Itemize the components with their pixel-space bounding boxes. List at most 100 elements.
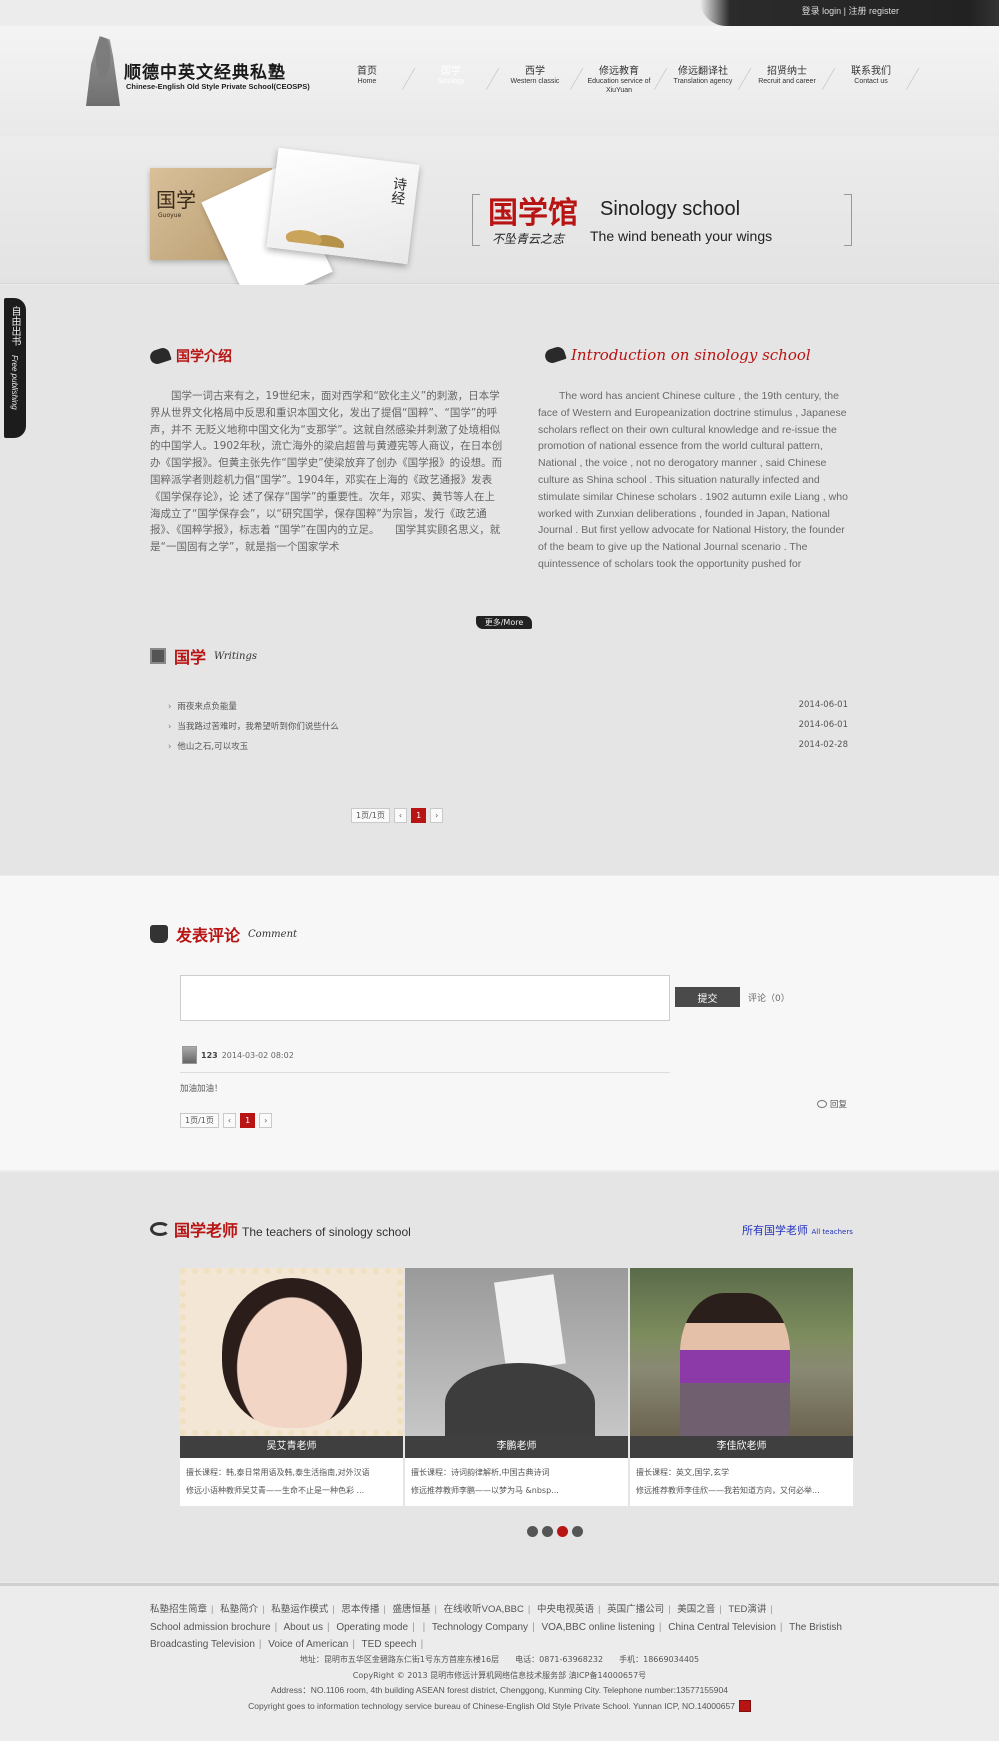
banner-slogan-en: The wind beneath your wings — [590, 228, 773, 244]
tea-cup-icon — [150, 925, 168, 943]
logo[interactable]: 顺德中英文经典私塾 Chinese-English Old Style Priv… — [86, 36, 310, 106]
current-page[interactable]: 1 — [411, 808, 427, 823]
writings-pager: 1页/1页 ‹ 1 › — [351, 808, 444, 823]
prev-page-button[interactable]: ‹ — [222, 1113, 237, 1128]
teachers-title-cn: 国学老师 — [174, 1221, 239, 1240]
footer-link[interactable]: Technology Company — [432, 1622, 528, 1633]
teacher-desc: 擅长课程：韩,泰日常用语及韩,泰生活指南,对外汉语 修远小语种教师吴艾青——生命… — [186, 1468, 370, 1495]
free-publishing-tab[interactable]: 自由出书 Free publishing — [4, 298, 26, 438]
banner-slogan-cn: 不坠青云之志 — [492, 232, 565, 246]
teacher-photo — [180, 1268, 403, 1436]
all-teachers-cn: 所有国学老师 — [742, 1224, 808, 1237]
footer-link[interactable]: TED speech — [362, 1639, 417, 1650]
speech-bubble-icon — [817, 1100, 827, 1108]
all-teachers-link[interactable]: 所有国学老师 All teachers — [742, 1222, 853, 1238]
more-button[interactable]: 更多/More — [476, 616, 532, 629]
main-nav: 首页 Home 国学 Sinology 西学 Western classic 修远教育… — [325, 62, 913, 102]
list-item[interactable]: 他山之石,可以攻玉2014-02-28 — [168, 740, 848, 760]
current-page[interactable]: 1 — [240, 1113, 256, 1128]
footer-link[interactable]: 英国广播公司 — [607, 1604, 664, 1615]
nav-item-western[interactable]: 西学 Western classic — [493, 62, 577, 102]
teacher-card[interactable]: 吴艾青老师 擅长课程：韩,泰日常用语及韩,泰生活指南,对外汉语 修远小语种教师吴… — [180, 1268, 403, 1506]
carousel-dot-active[interactable] — [557, 1526, 568, 1537]
teachers-heading: 国学老师 The teachers of sinology school — [150, 1217, 411, 1241]
footer-link[interactable]: 中央电视英语 — [537, 1604, 594, 1615]
reply-button[interactable]: 回复 — [817, 1098, 847, 1110]
footer-address-en: Address：NO.1106 room, 4th building ASEAN… — [271, 1685, 728, 1695]
writings-heading: 国学 Writings — [150, 644, 257, 668]
comment-section-bg — [0, 876, 999, 1170]
list-item[interactable]: 当我路过苦难时，我希望听到你们说些什么2014-06-01 — [168, 720, 848, 740]
footer-link[interactable]: Operating mode — [336, 1622, 408, 1633]
bracket-right — [844, 194, 852, 246]
intro-heading-en-text: Introduction on sinology school — [571, 346, 811, 364]
logo-title-en: Chinese-English Old Style Private School… — [126, 82, 310, 91]
swirl-icon — [150, 1222, 170, 1236]
footer-link[interactable]: 私塾招生简章 — [150, 1604, 207, 1615]
next-page-button[interactable]: › — [430, 808, 444, 823]
bracket-left — [472, 194, 480, 246]
mountain-ink-icon — [285, 217, 348, 249]
comment-heading: 发表评论 Comment — [150, 922, 297, 946]
teachers-title-en: The teachers of sinology school — [242, 1225, 411, 1239]
banner-card-silver: 诗经 — [266, 147, 420, 265]
footer-link[interactable]: VOA,BBC online listening — [541, 1622, 654, 1633]
nav-item-home[interactable]: 首页 Home — [325, 62, 409, 102]
divider — [180, 1072, 670, 1073]
footer-link[interactable]: 在线收听VOA,BBC — [444, 1604, 524, 1615]
writings-title: 国学 — [174, 648, 207, 667]
teacher-desc: 擅长课程：诗词韵律解析,中国古典诗词 修远推荐教师李鹏——以梦为马 &nbsp.… — [411, 1468, 559, 1495]
scroll-icon — [150, 648, 166, 664]
brush-icon — [543, 345, 567, 365]
carousel-dots — [527, 1526, 583, 1537]
teacher-card[interactable]: 李鹏老师 擅长课程：诗词韵律解析,中国古典诗词 修远推荐教师李鹏——以梦为马 &… — [405, 1268, 628, 1506]
footer-link[interactable]: 盛唐恒基 — [393, 1604, 431, 1615]
footer-link[interactable]: 私塾简介 — [220, 1604, 258, 1615]
writings-list: 雨夜来点负能量2014-06-01 当我路过苦难时，我希望听到你们说些什么201… — [168, 700, 848, 760]
prev-page-button[interactable]: ‹ — [393, 808, 408, 823]
footer-copyright-en: Copyright goes to information technology… — [0, 1699, 999, 1715]
teacher-photo — [405, 1268, 628, 1436]
teacher-card[interactable]: 李佳欣老师 擅长课程：英文,国学,玄学 修远推荐教师李佳欣——我若知道方向，又何… — [630, 1268, 853, 1506]
page-info: 1页/1页 — [180, 1113, 219, 1128]
comment-title: 发表评论 — [176, 926, 241, 945]
list-item[interactable]: 雨夜来点负能量2014-06-01 — [168, 700, 848, 720]
comment-count: 评论（0） — [748, 994, 790, 1004]
avatar — [182, 1046, 197, 1064]
comment-meta: 123 2014-03-02 08:02 — [182, 1046, 294, 1064]
carousel-dot[interactable] — [527, 1526, 538, 1537]
submit-button[interactable]: 提交 — [675, 987, 740, 1007]
confucius-figure-icon — [86, 36, 120, 106]
carousel-dot[interactable] — [542, 1526, 553, 1537]
comment-user: 123 — [201, 1050, 218, 1060]
intro-heading-cn: 国学介绍 — [148, 346, 232, 366]
nav-item-translation[interactable]: 修远翻译社 Translation agency — [661, 62, 745, 102]
teacher-name: 李佳欣老师 — [630, 1436, 853, 1458]
nav-item-recruit[interactable]: 招贤纳士 Recruit and career — [745, 62, 829, 102]
nav-item-contact[interactable]: 联系我们 Contact us — [829, 62, 913, 102]
footer-link[interactable]: TED演讲 — [728, 1604, 766, 1615]
side-tab-en: Free publishing — [10, 354, 19, 410]
certificate-badge-icon — [738, 1700, 751, 1713]
footer-link[interactable]: Voice of American — [268, 1639, 348, 1650]
footer-link[interactable]: About us — [283, 1622, 322, 1633]
teacher-name: 吴艾青老师 — [180, 1436, 403, 1458]
footer-links: 私塾招生简章 | 私塾简介 | 私塾运作模式 | 思本传播 | 盛唐恒基 | 在线收听VO… — [150, 1604, 842, 1650]
intro-heading-cn-text: 国学介绍 — [176, 349, 232, 365]
login-link[interactable]: 登录 login — [802, 6, 842, 16]
nav-item-sinology[interactable]: 国学 Sinology — [409, 62, 493, 102]
footer-link[interactable]: School admission brochure — [150, 1622, 271, 1633]
nav-item-education[interactable]: 修远教育 Education service of XiuYuan — [577, 62, 661, 102]
carousel-dot[interactable] — [572, 1526, 583, 1537]
register-link[interactable]: 注册 register — [848, 6, 899, 16]
banner-card3-title: 诗经 — [388, 175, 408, 206]
footer-link[interactable]: 美国之音 — [677, 1604, 715, 1615]
footer-link[interactable]: 私塾运作模式 — [271, 1604, 328, 1615]
footer-link[interactable]: China Central Television — [668, 1622, 776, 1633]
comment-input[interactable] — [180, 975, 670, 1021]
next-page-button[interactable]: › — [259, 1113, 273, 1128]
teacher-carousel: 吴艾青老师 擅长课程：韩,泰日常用语及韩,泰生活指南,对外汉语 修远小语种教师吴… — [180, 1268, 853, 1506]
footer-link[interactable]: 思本传播 — [341, 1604, 379, 1615]
top-links: 登录 login | 注册 register — [801, 6, 899, 16]
banner-title-cn: 国学馆 — [488, 196, 578, 231]
